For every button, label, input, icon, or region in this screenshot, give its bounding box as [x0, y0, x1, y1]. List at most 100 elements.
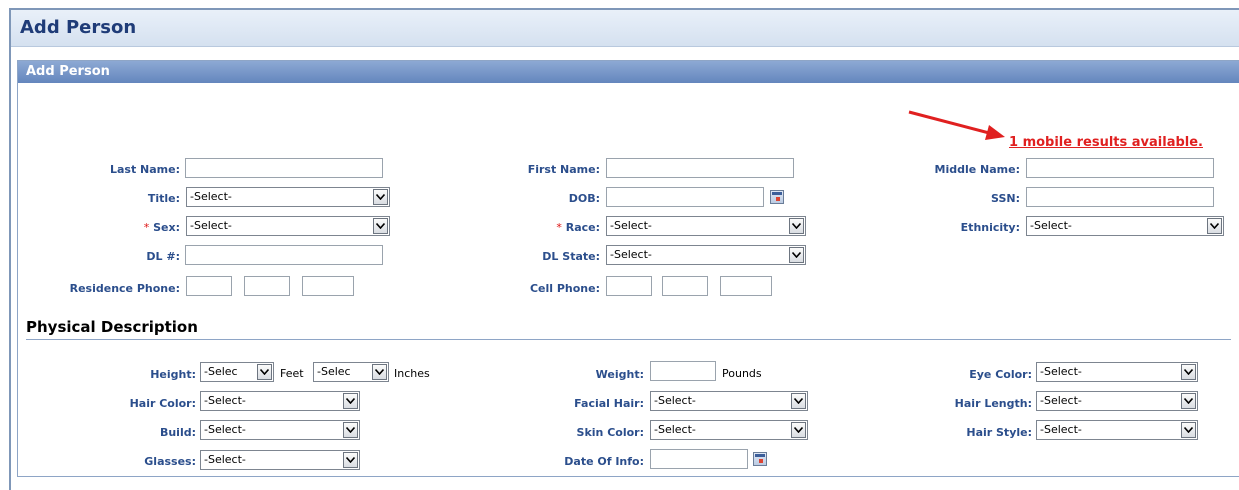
hair-color-value: -Select-	[204, 394, 246, 407]
page-title: Add Person	[20, 17, 137, 38]
dl-state-select-value: -Select-	[610, 248, 652, 261]
height-feet-value: -Selec	[204, 365, 238, 378]
chevron-down-icon	[373, 218, 388, 234]
dl-number-label: DL #:	[146, 250, 180, 263]
hair-length-label: Hair Length:	[954, 397, 1032, 410]
race-label-wrap: * Race:	[480, 221, 600, 234]
page-header: Add Person	[11, 10, 1239, 47]
chevron-down-icon	[1181, 422, 1196, 438]
annotation-arrow-icon	[908, 110, 1005, 140]
panel-header: Add Person	[18, 61, 1239, 83]
title-select-value: -Select-	[190, 190, 232, 203]
section-divider	[26, 339, 1231, 340]
glasses-value: -Select-	[204, 453, 246, 466]
chevron-down-icon	[791, 422, 806, 438]
title-label: Title:	[147, 192, 180, 205]
hair-style-select[interactable]: -Select-	[1036, 420, 1198, 440]
residence-phone-line-input[interactable]	[302, 276, 354, 296]
cell-phone-prefix-input[interactable]	[662, 276, 708, 296]
date-of-info-input[interactable]	[650, 449, 748, 469]
height-inches-value: -Selec	[317, 365, 351, 378]
build-select[interactable]: -Select-	[200, 420, 360, 440]
mobile-results-link[interactable]: 1 mobile results available.	[1009, 135, 1203, 150]
hair-length-value: -Select-	[1040, 394, 1082, 407]
chevron-down-icon	[789, 218, 804, 234]
eye-color-label: Eye Color:	[969, 368, 1032, 381]
ethnicity-select[interactable]: -Select-	[1026, 216, 1224, 236]
weight-label: Weight:	[595, 368, 644, 381]
residence-phone-area-input[interactable]	[186, 276, 232, 296]
sex-select[interactable]: -Select-	[186, 216, 390, 236]
build-value: -Select-	[204, 423, 246, 436]
chevron-down-icon	[343, 422, 358, 438]
ethnicity-label: Ethnicity:	[960, 221, 1020, 234]
dl-number-input[interactable]	[185, 245, 383, 265]
sex-select-value: -Select-	[190, 219, 232, 232]
middle-name-input[interactable]	[1026, 158, 1214, 178]
chevron-down-icon	[789, 247, 804, 263]
dl-state-label: DL State:	[542, 250, 600, 263]
pounds-unit: Pounds	[722, 367, 762, 380]
eye-color-select[interactable]: -Select-	[1036, 362, 1198, 382]
required-marker: *	[143, 221, 150, 234]
residence-phone-label: Residence Phone:	[69, 282, 180, 295]
glasses-label: Glasses:	[144, 455, 196, 468]
height-inches-select[interactable]: -Selec	[313, 362, 389, 382]
facial-hair-label: Facial Hair:	[574, 397, 644, 410]
last-name-input[interactable]	[185, 158, 383, 178]
glasses-select[interactable]: -Select-	[200, 450, 360, 470]
sex-label-wrap: * Sex:	[80, 221, 180, 234]
weight-input[interactable]	[650, 361, 716, 381]
first-name-input[interactable]	[606, 158, 794, 178]
residence-phone-prefix-input[interactable]	[244, 276, 290, 296]
skin-color-select[interactable]: -Select-	[650, 420, 808, 440]
chevron-down-icon	[1181, 364, 1196, 380]
chevron-down-icon	[343, 452, 358, 468]
hair-style-value: -Select-	[1040, 423, 1082, 436]
cell-phone-label: Cell Phone:	[529, 282, 600, 295]
date-of-info-label: Date Of Info:	[564, 455, 644, 468]
chevron-down-icon	[257, 364, 272, 380]
hair-length-select[interactable]: -Select-	[1036, 391, 1198, 411]
race-select[interactable]: -Select-	[606, 216, 806, 236]
required-marker: *	[556, 221, 562, 234]
hair-color-select[interactable]: -Select-	[200, 391, 360, 411]
sex-label: Sex:	[153, 221, 180, 234]
chevron-down-icon	[1181, 393, 1196, 409]
ssn-label: SSN:	[991, 192, 1020, 205]
facial-hair-value: -Select-	[654, 394, 696, 407]
dl-state-select[interactable]: -Select-	[606, 245, 806, 265]
last-name-label: Last Name:	[109, 163, 180, 176]
calendar-icon[interactable]	[770, 190, 784, 204]
height-label: Height:	[150, 368, 196, 381]
chevron-down-icon	[791, 393, 806, 409]
cell-phone-area-input[interactable]	[606, 276, 652, 296]
skin-color-value: -Select-	[654, 423, 696, 436]
dob-input[interactable]	[606, 187, 764, 207]
inches-unit: Inches	[394, 367, 430, 380]
facial-hair-select[interactable]: -Select-	[650, 391, 808, 411]
race-select-value: -Select-	[610, 219, 652, 232]
chevron-down-icon	[373, 189, 388, 205]
race-label: Race:	[565, 221, 600, 234]
dob-label: DOB:	[568, 192, 600, 205]
ssn-input[interactable]	[1026, 187, 1214, 207]
skin-color-label: Skin Color:	[576, 426, 644, 439]
hair-color-label: Hair Color:	[129, 397, 196, 410]
ethnicity-select-value: -Select-	[1030, 219, 1072, 232]
height-feet-select[interactable]: -Selec	[200, 362, 274, 382]
chevron-down-icon	[1207, 218, 1222, 234]
add-person-panel: Add Person	[17, 60, 1239, 477]
hair-style-label: Hair Style:	[966, 426, 1032, 439]
chevron-down-icon	[343, 393, 358, 409]
title-select[interactable]: -Select-	[186, 187, 390, 207]
physical-description-heading: Physical Description	[26, 318, 198, 336]
first-name-label: First Name:	[527, 163, 600, 176]
panel-title: Add Person	[26, 64, 110, 79]
cell-phone-line-input[interactable]	[720, 276, 772, 296]
eye-color-value: -Select-	[1040, 365, 1082, 378]
chevron-down-icon	[372, 364, 387, 380]
feet-unit: Feet	[280, 367, 304, 380]
middle-name-label: Middle Name:	[934, 163, 1020, 176]
calendar-icon[interactable]	[753, 452, 767, 466]
